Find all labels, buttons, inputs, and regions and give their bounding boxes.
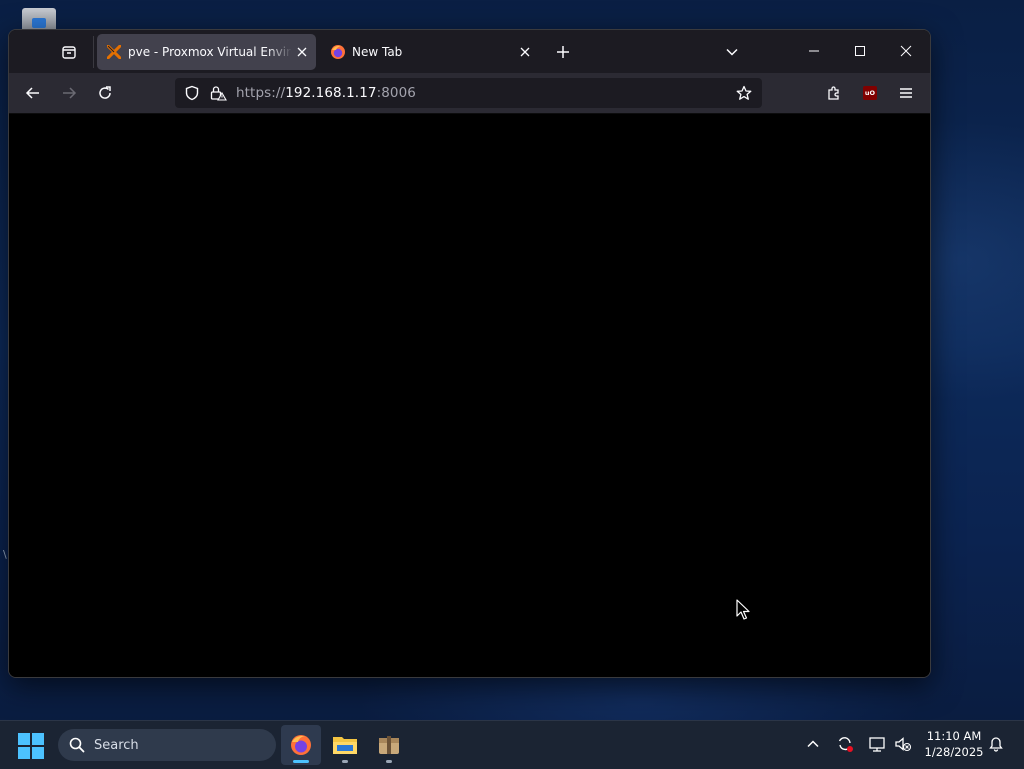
navigation-toolbar: https://192.168.1.17:8006 uO [9,73,930,114]
tracking-protection-shield-icon[interactable] [182,83,202,103]
close-tab-icon[interactable] [515,42,535,62]
maximize-button[interactable] [837,30,883,72]
url-scheme: https:// [236,85,286,101]
forward-button[interactable] [55,79,83,107]
tab-title: New Tab [352,45,403,59]
taskbar-file-explorer[interactable] [325,725,365,765]
url-host: 192.168.1.17 [285,85,377,101]
chevron-down-icon [726,48,738,56]
tab-proxmox[interactable]: pve - Proxmox Virtual Environment [97,34,316,70]
clock-time: 11:10 AM [926,729,982,743]
firefox-view-button[interactable] [57,40,81,64]
arrow-right-icon [63,87,77,99]
running-indicator [293,760,309,763]
hamburger-menu-icon [900,88,912,98]
firefox-window: pve - Proxmox Virtual Environment New Ta… [8,29,931,678]
running-indicator [342,760,348,763]
mouse-cursor-icon [736,599,750,620]
tab-title: pve - Proxmox Virtual Environment [128,45,292,59]
extensions-button[interactable] [820,79,848,107]
close-icon [900,45,912,57]
taskbar-search-box[interactable]: Search [58,729,276,761]
minimize-icon [809,50,819,52]
desktop-edge-mark: \ [3,548,7,561]
reload-icon [99,86,111,99]
new-tab-button[interactable] [551,40,575,64]
proxmox-icon [106,44,122,60]
tab-new-tab[interactable]: New Tab [321,34,539,70]
reload-button[interactable] [91,79,119,107]
back-button[interactable] [19,79,47,107]
firefox-view-icon [62,46,76,59]
tray-volume[interactable] [892,733,914,755]
tab-separator [93,36,94,68]
show-hidden-icons-button[interactable] [802,733,824,755]
firefox-icon [330,44,346,60]
arrow-left-icon [25,87,39,99]
notifications-button[interactable] [985,733,1007,755]
url-text: https://192.168.1.17:8006 [236,85,416,101]
taskbar: Search 11:10 AM 1/28/2025 [0,720,1024,769]
app-menu-button[interactable] [892,79,920,107]
file-explorer-icon [333,737,357,754]
firefox-icon [291,735,311,755]
maximize-icon [855,46,865,56]
desktop-recycle-bin-icon[interactable] [22,8,56,30]
volume-muted-icon [895,737,912,752]
bell-icon [989,737,1003,752]
url-bar[interactable]: https://192.168.1.17:8006 [175,78,762,108]
taskbar-firefox[interactable] [281,725,321,765]
bookmark-star-icon[interactable] [734,83,754,103]
ublock-origin-icon: uO [863,86,877,100]
system-clock[interactable]: 11:10 AM 1/28/2025 [918,728,990,760]
taskbar-package-app[interactable] [369,725,409,765]
sync-icon [838,737,853,752]
start-button[interactable] [18,733,44,759]
search-icon [68,736,86,754]
tray-network[interactable] [866,733,888,755]
plus-icon [557,46,569,58]
page-content-area[interactable] [9,114,930,677]
tray-sync[interactable] [834,733,856,755]
network-icon [869,737,885,752]
running-indicator [386,760,392,763]
minimize-button[interactable] [791,30,837,72]
tab-bar: pve - Proxmox Virtual Environment New Ta… [9,30,930,73]
clock-date: 1/28/2025 [924,745,984,759]
insecure-lock-icon[interactable] [208,83,228,103]
list-all-tabs-button[interactable] [720,40,744,64]
url-port: :8006 [376,85,416,101]
close-window-button[interactable] [883,30,929,72]
search-placeholder: Search [94,737,139,753]
close-tab-icon[interactable] [292,42,312,62]
puzzle-piece-icon [828,86,839,100]
package-icon [379,736,399,754]
chevron-up-icon [807,740,819,748]
ublock-origin-button[interactable]: uO [856,79,884,107]
